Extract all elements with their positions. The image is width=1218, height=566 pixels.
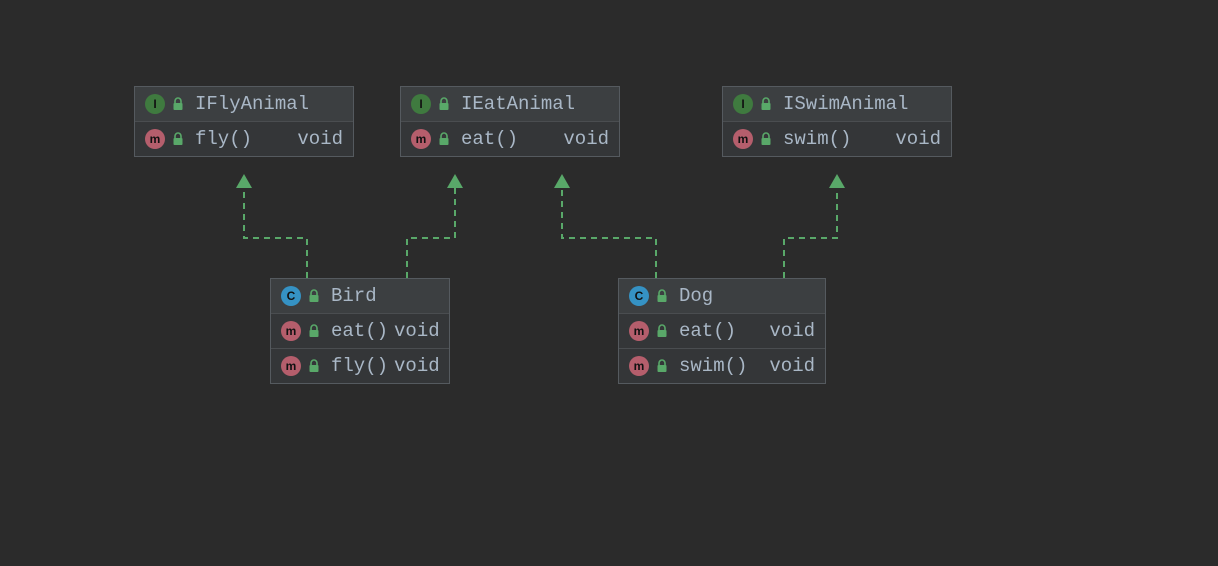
lock-icon [655,289,669,303]
method-icon: m [281,321,301,341]
lock-icon [171,97,185,111]
lock-icon [759,97,773,111]
class-icon: C [281,286,301,306]
member-signature: eat() [331,320,388,342]
lock-icon [437,132,451,146]
lock-icon [171,132,185,146]
member-row[interactable]: m eat() void [619,314,825,349]
return-type: void [763,320,815,342]
type-name: IEatAnimal [461,93,609,115]
interface-icon: I [145,94,165,114]
method-icon: m [281,356,301,376]
method-icon: m [411,129,431,149]
member-signature: eat() [461,128,557,150]
type-name: IFlyAnimal [195,93,343,115]
box-header: I IEatAnimal [401,87,619,122]
method-icon: m [629,356,649,376]
member-row[interactable]: m swim() void [723,122,951,156]
box-header: I IFlyAnimal [135,87,353,122]
member-row[interactable]: m swim() void [619,349,825,383]
return-type: void [291,128,343,150]
interface-box-iswimanimal[interactable]: I ISwimAnimal m swim() void [722,86,952,157]
return-type: void [388,320,440,342]
class-box-dog[interactable]: C Dog m eat() void m swim() void [618,278,826,384]
interface-icon: I [411,94,431,114]
interface-icon: I [733,94,753,114]
member-signature: swim() [783,128,889,150]
member-signature: swim() [679,355,763,377]
method-icon: m [733,129,753,149]
member-row[interactable]: m eat() void [401,122,619,156]
lock-icon [437,97,451,111]
lock-icon [307,359,321,373]
return-type: void [889,128,941,150]
lock-icon [655,324,669,338]
interface-box-iflyanimal[interactable]: I IFlyAnimal m fly() void [134,86,354,157]
return-type: void [557,128,609,150]
class-icon: C [629,286,649,306]
box-header: I ISwimAnimal [723,87,951,122]
lock-icon [307,289,321,303]
member-signature: fly() [331,355,388,377]
relation-connectors [0,0,1218,566]
return-type: void [388,355,440,377]
type-name: Bird [331,285,439,307]
method-icon: m [145,129,165,149]
member-signature: fly() [195,128,291,150]
method-icon: m [629,321,649,341]
member-row[interactable]: m fly() void [271,349,449,383]
member-signature: eat() [679,320,763,342]
type-name: ISwimAnimal [783,93,941,115]
member-row[interactable]: m eat() void [271,314,449,349]
box-header: C Bird [271,279,449,314]
lock-icon [307,324,321,338]
return-type: void [763,355,815,377]
member-row[interactable]: m fly() void [135,122,353,156]
lock-icon [655,359,669,373]
box-header: C Dog [619,279,825,314]
type-name: Dog [679,285,815,307]
interface-box-ieatanimal[interactable]: I IEatAnimal m eat() void [400,86,620,157]
lock-icon [759,132,773,146]
class-box-bird[interactable]: C Bird m eat() void m fly() void [270,278,450,384]
